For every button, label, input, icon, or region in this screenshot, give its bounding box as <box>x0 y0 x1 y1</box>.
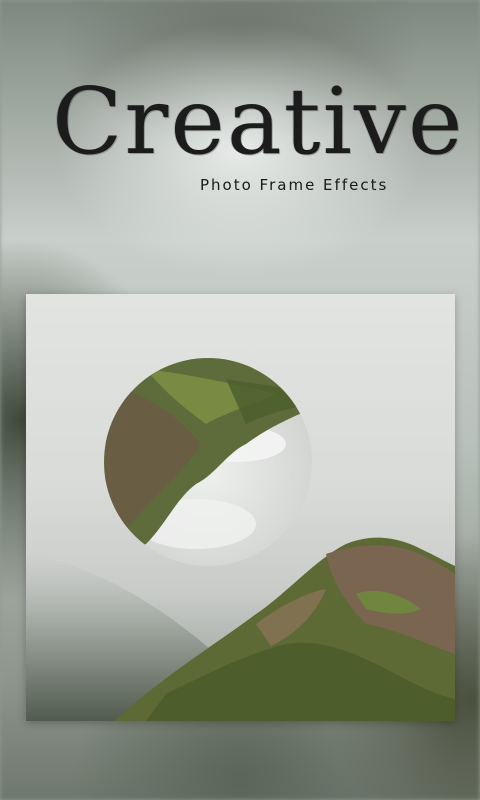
app-logo: Creative <box>52 68 465 175</box>
app-subtitle: Photo Frame Effects <box>200 176 389 194</box>
preview-artwork <box>26 358 455 721</box>
effect-preview-image[interactable] <box>26 294 455 721</box>
app-title-block: Creative Photo Frame Effects <box>52 68 465 195</box>
